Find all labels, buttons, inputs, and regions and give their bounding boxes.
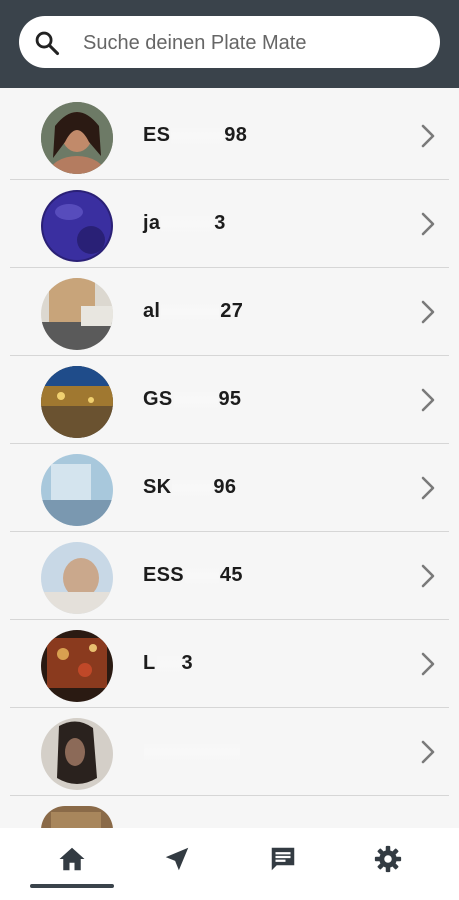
app-header: [0, 0, 459, 88]
avatar: [41, 454, 113, 526]
chevron-right-icon[interactable]: [415, 298, 439, 326]
avatar: [41, 366, 113, 438]
chevron-right-icon[interactable]: [415, 650, 439, 678]
list-item[interactable]: ESS 45: [10, 532, 449, 620]
user-name: al 27: [143, 300, 244, 323]
user-name: SK 96: [143, 476, 237, 499]
list-item[interactable]: ES 98: [10, 92, 449, 180]
list-item[interactable]: L3: [10, 620, 449, 708]
chevron-right-icon[interactable]: [415, 386, 439, 414]
chat-icon: [271, 847, 295, 871]
avatar: [41, 190, 113, 262]
list-item[interactable]: al 27: [10, 268, 449, 356]
list-item[interactable]: SK 96: [10, 444, 449, 532]
settings-gear-icon: [374, 845, 402, 873]
navigation-arrow-icon: [165, 847, 189, 871]
nav-settings[interactable]: [368, 844, 408, 880]
nav-navigation[interactable]: [157, 844, 197, 880]
bottom-navigation: [0, 828, 459, 900]
avatar: [41, 102, 113, 174]
chevron-right-icon[interactable]: [415, 210, 439, 238]
avatar: [41, 630, 113, 702]
avatar: [41, 718, 113, 790]
chevron-right-icon[interactable]: [415, 474, 439, 502]
user-name: [143, 740, 241, 763]
home-icon: [59, 847, 85, 871]
user-name: ES 98: [143, 124, 248, 147]
search-input[interactable]: [81, 16, 425, 70]
chevron-right-icon[interactable]: [415, 122, 439, 150]
plate-mate-list: ES 98 ja 3 al 27 GS 95 SK 96 ESS 45 L 3: [0, 92, 459, 796]
search-icon[interactable]: [33, 29, 61, 57]
list-item[interactable]: ja 3: [10, 180, 449, 268]
avatar: [41, 542, 113, 614]
nav-chat[interactable]: [263, 844, 303, 880]
user-name: ESS 45: [143, 564, 243, 587]
chevron-right-icon[interactable]: [415, 738, 439, 766]
search-bar[interactable]: [19, 16, 440, 70]
user-name: L3: [143, 652, 193, 675]
avatar: [41, 278, 113, 350]
user-name: ja 3: [143, 212, 226, 235]
list-item[interactable]: GS 95: [10, 356, 449, 444]
user-name: GS 95: [143, 388, 242, 411]
active-tab-indicator: [30, 884, 114, 888]
avatar: [41, 806, 113, 830]
list-item[interactable]: [10, 708, 449, 796]
nav-home[interactable]: [52, 844, 92, 880]
chevron-right-icon[interactable]: [415, 562, 439, 590]
